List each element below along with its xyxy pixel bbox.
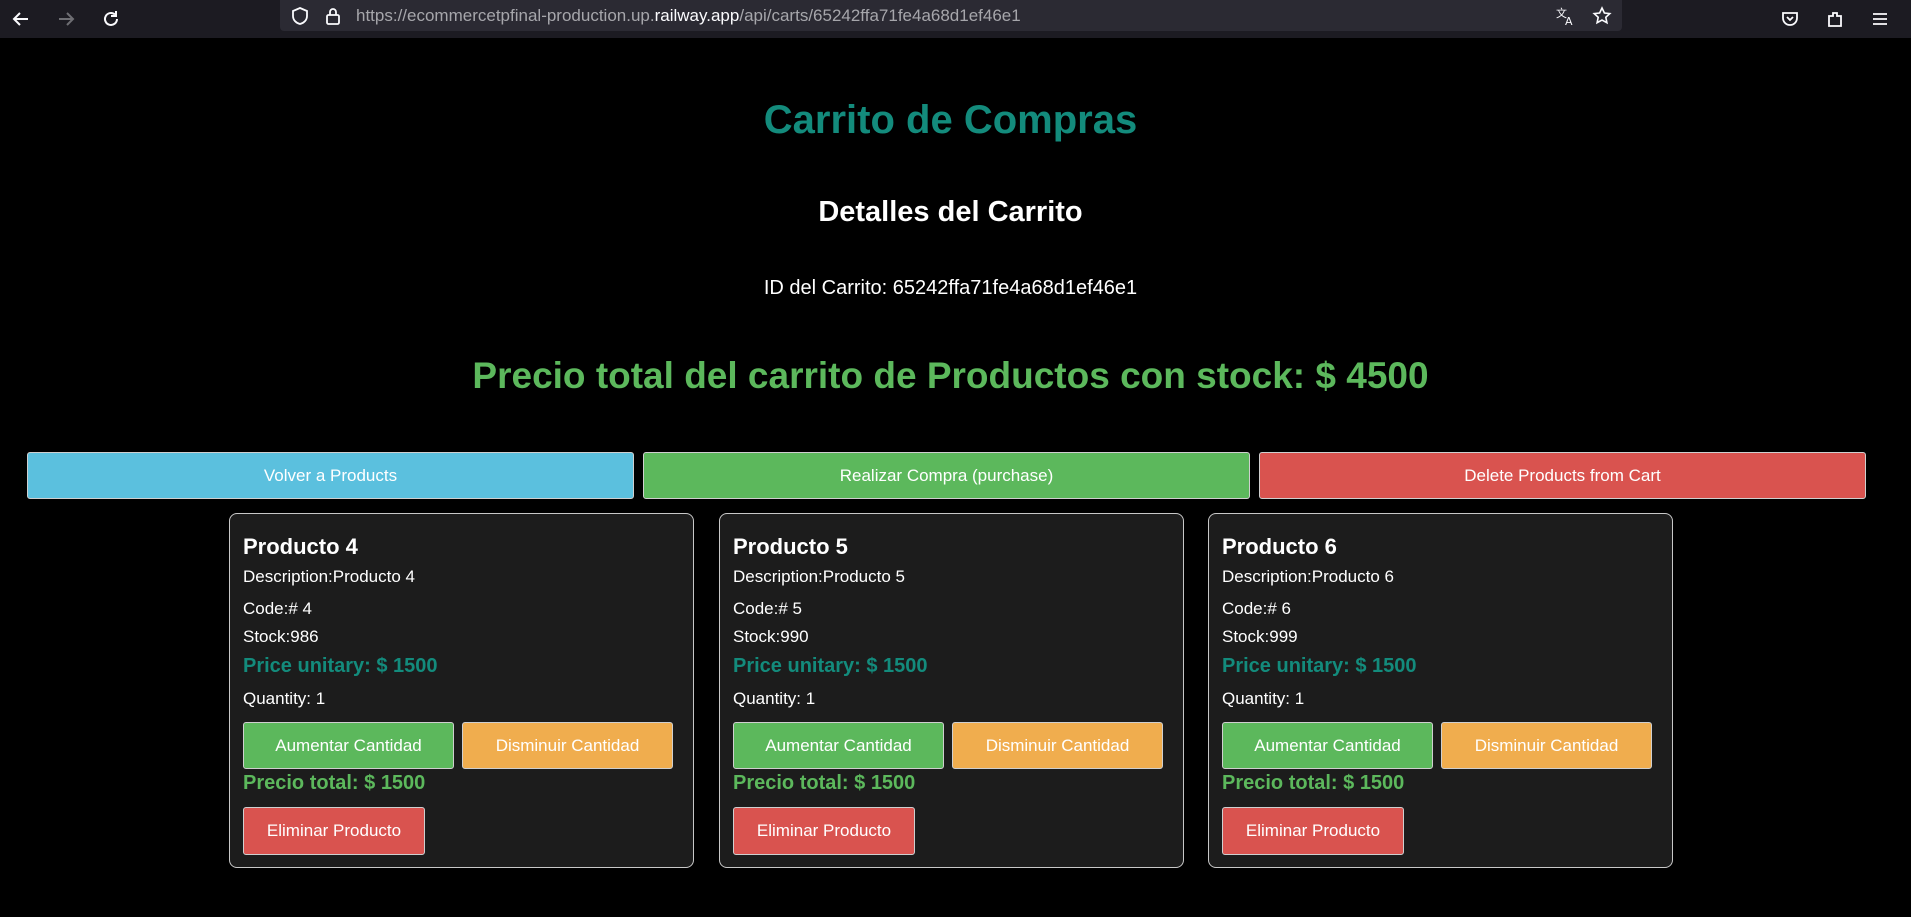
product-code: Code:# 5 xyxy=(733,599,802,618)
product-total-price: Precio total: $ 1500 xyxy=(243,772,426,794)
product-description: Description:Producto 5 xyxy=(733,567,905,586)
product-title: Producto 6 xyxy=(1222,534,1337,559)
forward-icon[interactable] xyxy=(52,5,80,33)
browser-toolbar: https://ecommercetpfinal-production.up.r… xyxy=(0,0,1911,38)
remove-product-button[interactable]: Eliminar Producto xyxy=(1222,807,1404,855)
increase-quantity-button[interactable]: Aumentar Cantidad xyxy=(243,722,454,769)
pocket-icon[interactable] xyxy=(1776,5,1804,33)
shield-icon[interactable] xyxy=(288,4,312,28)
url-bar[interactable]: https://ecommercetpfinal-production.up.r… xyxy=(280,0,1622,31)
bookmark-star-icon[interactable] xyxy=(1590,4,1614,28)
page-title: Carrito de Compras xyxy=(763,98,1138,142)
back-to-products-button[interactable]: Volver a Products xyxy=(27,452,634,499)
product-code: Code:# 6 xyxy=(1222,599,1291,618)
product-total-price: Precio total: $ 1500 xyxy=(1222,772,1405,794)
product-quantity: Quantity: 1 xyxy=(1222,689,1305,708)
lock-icon[interactable] xyxy=(321,4,345,28)
delete-products-button[interactable]: Delete Products from Cart xyxy=(1259,452,1866,499)
product-stock: Stock:999 xyxy=(1222,627,1298,646)
product-description: Description:Producto 4 xyxy=(243,567,415,586)
product-quantity: Quantity: 1 xyxy=(733,689,816,708)
url-text[interactable]: https://ecommercetpfinal-production.up.r… xyxy=(356,6,1021,26)
cart-details-heading: Detalles del Carrito xyxy=(818,196,1083,228)
increase-quantity-button[interactable]: Aumentar Cantidad xyxy=(1222,722,1433,769)
product-title: Producto 5 xyxy=(733,534,848,559)
decrease-quantity-button[interactable]: Disminuir Cantidad xyxy=(952,722,1163,769)
product-unit-price: Price unitary: $ 1500 xyxy=(1222,655,1417,677)
back-icon[interactable] xyxy=(7,5,35,33)
url-domain: railway.app xyxy=(654,6,740,25)
url-prefix: https://ecommercetpfinal-production.up. xyxy=(356,6,655,25)
increase-quantity-button[interactable]: Aumentar Cantidad xyxy=(733,722,944,769)
product-unit-price: Price unitary: $ 1500 xyxy=(243,655,438,677)
product-title: Producto 4 xyxy=(243,534,358,559)
remove-product-button[interactable]: Eliminar Producto xyxy=(733,807,915,855)
reload-icon[interactable] xyxy=(97,5,125,33)
translate-icon[interactable]: 文A xyxy=(1554,4,1578,28)
product-quantity: Quantity: 1 xyxy=(243,689,326,708)
product-card: Producto 5 Description:Producto 5 Code:#… xyxy=(719,513,1184,868)
cart-total-price: Precio total del carrito de Productos co… xyxy=(472,355,1429,396)
url-path: /api/carts/65242ffa71fe4a68d1ef46e1 xyxy=(739,6,1021,25)
product-stock: Stock:990 xyxy=(733,627,809,646)
svg-text:A: A xyxy=(1565,15,1573,27)
decrease-quantity-button[interactable]: Disminuir Cantidad xyxy=(462,722,673,769)
product-description: Description:Producto 6 xyxy=(1222,567,1394,586)
product-card: Producto 6 Description:Producto 6 Code:#… xyxy=(1208,513,1673,868)
purchase-button[interactable]: Realizar Compra (purchase) xyxy=(643,452,1250,499)
decrease-quantity-button[interactable]: Disminuir Cantidad xyxy=(1441,722,1652,769)
product-total-price: Precio total: $ 1500 xyxy=(733,772,916,794)
extensions-icon[interactable] xyxy=(1821,5,1849,33)
product-stock: Stock:986 xyxy=(243,627,319,646)
menu-icon[interactable] xyxy=(1866,5,1894,33)
product-card: Producto 4 Description:Producto 4 Code:#… xyxy=(229,513,694,868)
product-code: Code:# 4 xyxy=(243,599,312,618)
product-unit-price: Price unitary: $ 1500 xyxy=(733,655,928,677)
cart-id: ID del Carrito: 65242ffa71fe4a68d1ef46e1 xyxy=(763,277,1138,299)
remove-product-button[interactable]: Eliminar Producto xyxy=(243,807,425,855)
